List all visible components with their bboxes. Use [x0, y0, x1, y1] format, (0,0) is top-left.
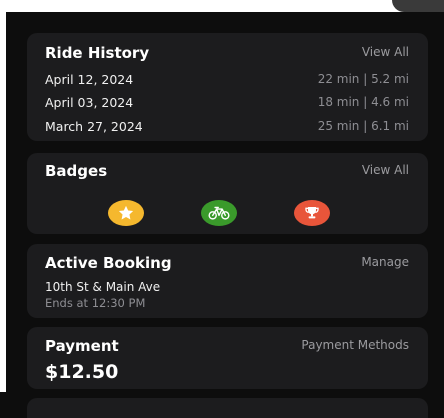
payment-card: Payment Payment Methods $12.50 [27, 327, 428, 389]
booking-end-time: Ends at 12:30 PM [45, 296, 146, 310]
bicycle-badge[interactable] [201, 200, 237, 226]
ride-history-view-all-link[interactable]: View All [362, 45, 409, 59]
bottom-area [0, 392, 444, 418]
trophy-icon [305, 207, 319, 219]
next-card-peek [27, 398, 428, 418]
payment-title: Payment [45, 337, 119, 355]
ride-stats: 18 min | 4.6 mi [317, 95, 409, 109]
ride-row[interactable]: April 12, 2024 22 min | 5.2 mi [45, 72, 409, 90]
active-booking-title: Active Booking [45, 254, 172, 272]
badges-view-all-link[interactable]: View All [362, 163, 409, 177]
ride-date: April 12, 2024 [45, 72, 134, 87]
badges-title: Badges [45, 162, 108, 180]
star-badge[interactable] [108, 200, 144, 226]
top-nub [392, 0, 444, 12]
active-booking-card: Active Booking Manage 10th St & Main Ave… [27, 244, 428, 318]
ride-date: April 03, 2024 [45, 95, 134, 110]
star-icon [118, 205, 134, 220]
ride-stats: 25 min | 6.1 mi [317, 119, 409, 133]
ride-history-title: Ride History [45, 44, 150, 62]
ride-date: March 27, 2024 [45, 119, 143, 134]
ride-stats: 22 min | 5.2 mi [317, 72, 409, 86]
badges-card: Badges View All [27, 153, 428, 234]
manage-booking-link[interactable]: Manage [361, 255, 409, 269]
ride-row[interactable]: April 03, 2024 18 min | 4.6 mi [45, 95, 409, 113]
bicycle-icon [208, 206, 230, 220]
booking-location: 10th St & Main Ave [45, 280, 161, 294]
ride-row[interactable]: March 27, 2024 25 min | 6.1 mi [45, 119, 409, 137]
trophy-badge[interactable] [294, 200, 330, 226]
payment-methods-link[interactable]: Payment Methods [301, 338, 409, 352]
ride-history-card: Ride History View All April 12, 2024 22 … [27, 33, 428, 141]
top-strip [0, 0, 444, 12]
left-frame [0, 12, 6, 405]
payment-amount: $12.50 [45, 361, 119, 383]
